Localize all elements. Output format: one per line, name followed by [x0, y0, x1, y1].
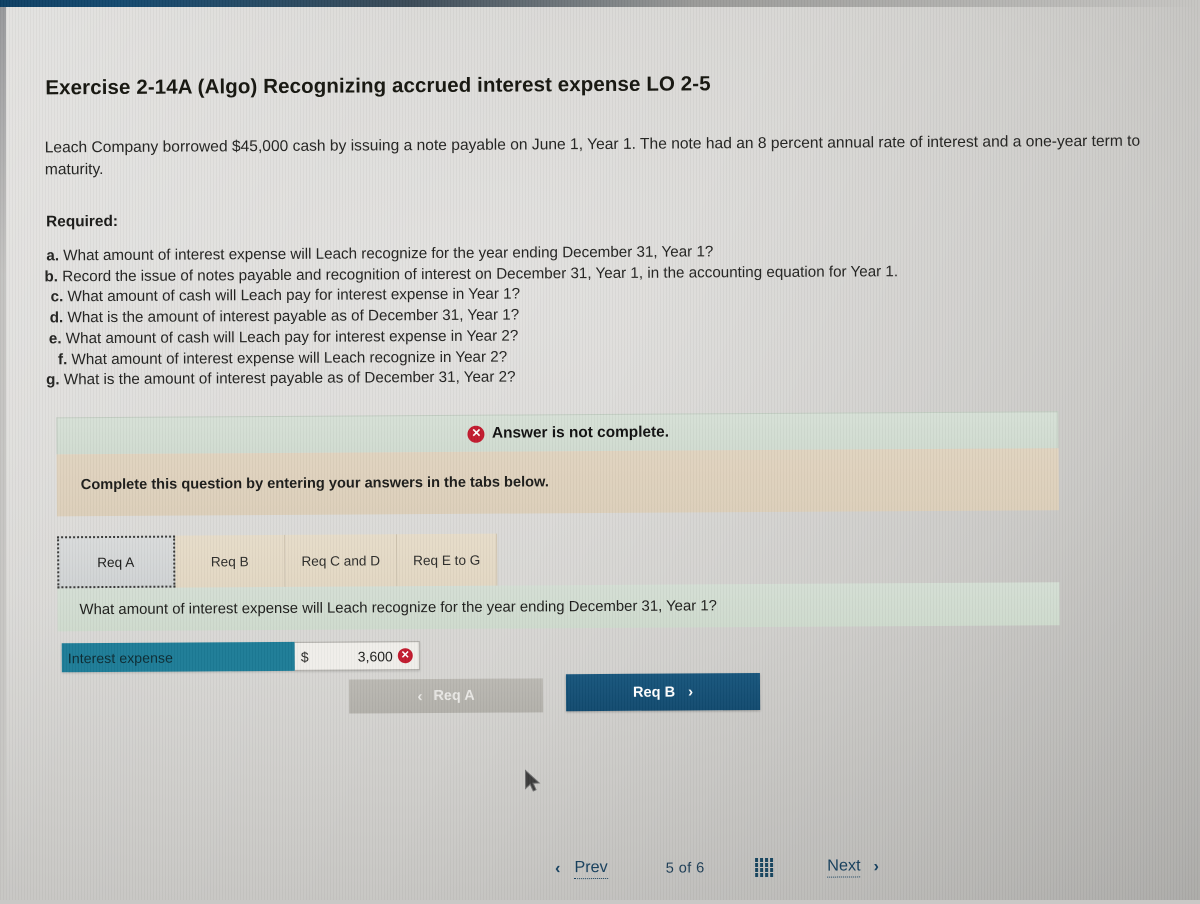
- next-requirement-label: Req B: [632, 684, 676, 701]
- status-badge: Answer is not complete.: [491, 423, 670, 442]
- prev-page-link[interactable]: Prev: [574, 857, 608, 880]
- answer-value: 3,600: [357, 647, 393, 664]
- requirement-letter: a.: [46, 247, 60, 265]
- next-requirement-button[interactable]: Req B ›: [565, 673, 761, 712]
- requirement-text: What amount of cash will Leach pay for i…: [65, 327, 519, 348]
- answer-label-cell[interactable]: Interest expense: [61, 641, 295, 673]
- tab-req-e-to-g[interactable]: Req E to G: [397, 533, 498, 587]
- requirement-text: What amount of interest expense will Lea…: [63, 243, 714, 265]
- requirement-letter: c.: [50, 288, 64, 306]
- requirement-tabs: Req A Req B Req C and D Req E to G: [57, 533, 498, 589]
- question-strip: What amount of interest expense will Lea…: [57, 582, 1060, 632]
- pagination-bar: ‹ Prev 5 of 6 Next ›: [555, 856, 879, 880]
- requirement-text: What amount of interest expense will Lea…: [71, 348, 508, 368]
- status-banner: ✕ Answer is not complete.: [56, 411, 1059, 455]
- question-prompt: What amount of interest expense will Lea…: [79, 597, 717, 618]
- chevron-left-icon[interactable]: ‹: [555, 860, 560, 878]
- interest-expense-input[interactable]: $ 3,600 ✕: [294, 641, 420, 671]
- chevron-right-icon[interactable]: ›: [874, 858, 879, 876]
- requirement-letter: e.: [48, 330, 62, 348]
- requirements-list: a. What amount of interest expense will …: [43, 240, 1164, 392]
- grid-icon[interactable]: [754, 858, 774, 877]
- requirement-text: Record the issue of notes payable and re…: [62, 262, 899, 285]
- requirement-letter: d.: [49, 309, 64, 327]
- answer-row: Interest expense $ 3,600 ✕: [61, 641, 420, 673]
- x-circle-icon: ✕: [397, 648, 413, 664]
- screen-top-edge: [0, 0, 1200, 7]
- tab-req-c-and-d[interactable]: Req C and D: [285, 534, 398, 587]
- mouse-cursor: [524, 769, 541, 792]
- instruction-text: Complete this question by entering your …: [80, 474, 549, 494]
- x-circle-icon: ✕: [467, 425, 485, 443]
- requirement-letter: b.: [44, 268, 59, 286]
- tab-req-b[interactable]: Req B: [175, 534, 286, 588]
- requirement-letter: g.: [46, 371, 60, 389]
- page-title: Exercise 2-14A (Algo) Recognizing accrue…: [45, 72, 711, 100]
- answer-panel: ✕ Answer is not complete. Complete this …: [56, 411, 1059, 517]
- currency-symbol: $: [300, 648, 309, 665]
- requirement-letter: f.: [57, 350, 68, 368]
- required-heading: Required:: [46, 212, 119, 231]
- problem-statement: Leach Company borrowed $45,000 cash by i…: [44, 132, 1141, 179]
- prev-requirement-button[interactable]: ‹ Req A: [348, 678, 544, 714]
- chevron-right-icon: ›: [688, 683, 694, 701]
- chevron-left-icon: ‹: [417, 687, 423, 705]
- instruction-banner: Complete this question by entering your …: [56, 448, 1059, 517]
- tab-req-a[interactable]: Req A: [57, 535, 176, 589]
- next-page-link[interactable]: Next: [827, 856, 861, 878]
- requirement-text: What is the amount of interest payable a…: [67, 306, 520, 327]
- prev-requirement-label: Req A: [433, 687, 475, 705]
- page-counter: 5 of 6: [665, 859, 705, 877]
- requirement-text: What amount of cash will Leach pay for i…: [67, 285, 521, 306]
- screen-left-edge: [0, 6, 6, 900]
- exercise-page: Exercise 2-14A (Algo) Recognizing accrue…: [0, 0, 1200, 904]
- requirement-text: What is the amount of interest payable a…: [63, 368, 516, 389]
